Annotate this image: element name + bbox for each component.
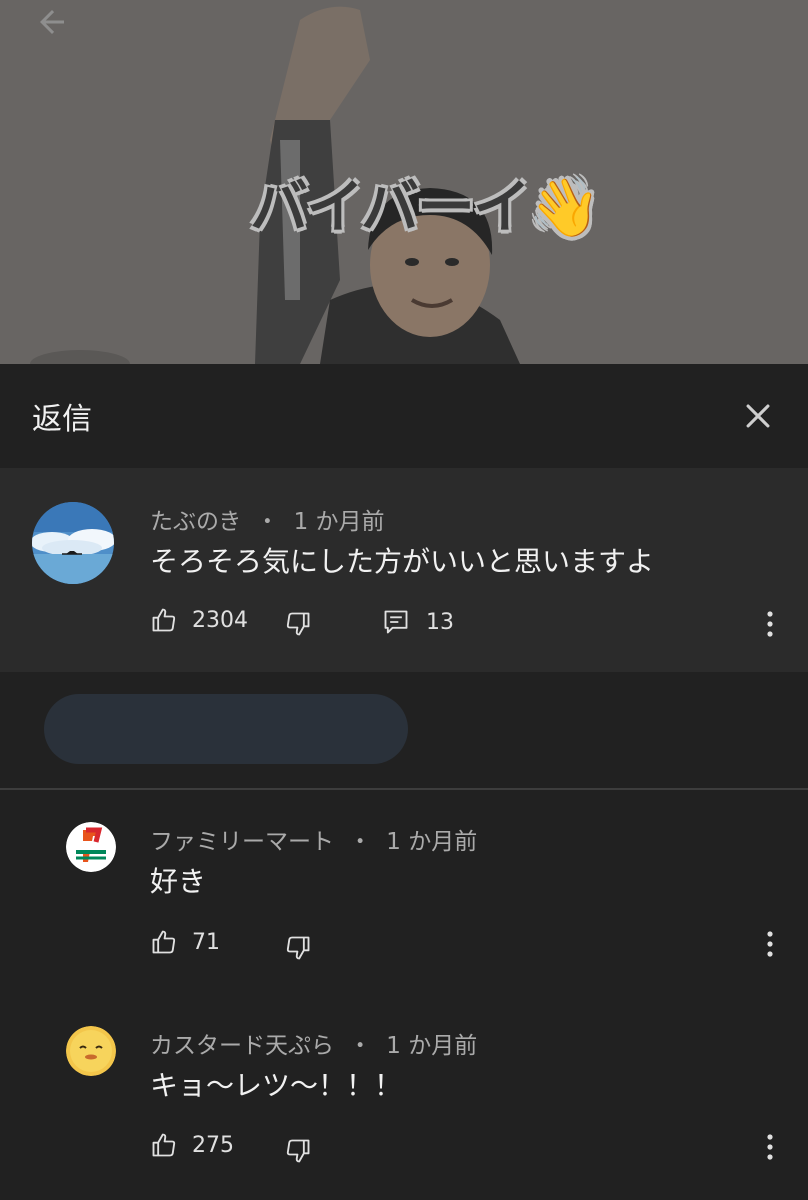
close-button[interactable] — [736, 394, 780, 438]
comment-text: キョ〜レツ〜！！！ — [150, 1069, 403, 1102]
thumbs-down-icon — [286, 612, 310, 636]
back-button[interactable] — [34, 4, 78, 44]
like-button[interactable]: 2304 — [150, 606, 248, 634]
comment-meta: カスタード天ぷら ・ 1 か月前 — [150, 1026, 477, 1060]
avatar[interactable] — [66, 1026, 116, 1076]
video-caption: バイバーイ👋 — [250, 173, 601, 241]
thumbs-up-icon — [152, 930, 176, 954]
reply-count-button[interactable]: 13 — [382, 608, 454, 636]
avatar[interactable] — [66, 822, 116, 872]
reply-input[interactable] — [44, 694, 408, 764]
thumbs-up-icon — [152, 608, 176, 632]
like-count: 2304 — [192, 607, 248, 633]
dislike-button[interactable] — [284, 1137, 312, 1165]
more-vert-icon — [767, 931, 773, 957]
like-button[interactable]: 71 — [150, 928, 220, 956]
avatar[interactable] — [32, 502, 114, 584]
like-count: 71 — [192, 929, 220, 955]
video-player[interactable]: バイバーイ👋 — [0, 0, 808, 364]
comment-time: 1 か月前 — [386, 1033, 478, 1059]
meta-separator: ・ — [341, 1033, 379, 1059]
comment-author[interactable]: たぶのき — [150, 509, 241, 535]
like-button[interactable]: 275 — [150, 1131, 234, 1159]
comment-author[interactable]: カスタード天ぷら — [150, 1033, 334, 1059]
comment-meta: ファミリーマート ・ 1 か月前 — [150, 822, 477, 856]
thumbs-up-icon — [152, 1133, 176, 1157]
comment-time: 1 か月前 — [386, 829, 478, 855]
seven-eleven-logo-icon — [66, 822, 116, 872]
meta-separator: ・ — [341, 829, 379, 855]
divider — [0, 788, 808, 790]
more-options-button[interactable] — [758, 1127, 782, 1167]
avatar-image — [32, 502, 114, 584]
reply-count: 13 — [426, 609, 454, 635]
egg-character-avatar-icon — [66, 1026, 116, 1076]
thumbs-down-icon — [286, 1139, 310, 1163]
dislike-button[interactable] — [284, 610, 312, 638]
comment-author[interactable]: ファミリーマート — [150, 829, 334, 855]
more-options-button[interactable] — [758, 604, 782, 644]
close-icon — [746, 404, 770, 428]
comment-icon — [384, 610, 408, 634]
like-count: 275 — [192, 1132, 234, 1158]
comment-text: 好き — [150, 865, 207, 898]
meta-separator: ・ — [248, 509, 287, 535]
arrow-left-icon — [40, 10, 64, 34]
panel-title: 返信 — [32, 402, 92, 437]
comment-text: そろそろ気にした方がいいと思いますよ — [150, 545, 655, 578]
more-vert-icon — [767, 1134, 773, 1160]
more-vert-icon — [767, 611, 773, 637]
replies-panel-header — [0, 364, 808, 468]
more-options-button[interactable] — [758, 924, 782, 964]
parent-comment: たぶのき ・ 1 か月前 そろそろ気にした方がいいと思いますよ 2304 13 — [0, 468, 808, 672]
dislike-button[interactable] — [284, 934, 312, 962]
comment-meta: たぶのき ・ 1 か月前 — [150, 502, 385, 536]
comment-time: 1 か月前 — [293, 509, 385, 535]
thumbs-down-icon — [286, 936, 310, 960]
